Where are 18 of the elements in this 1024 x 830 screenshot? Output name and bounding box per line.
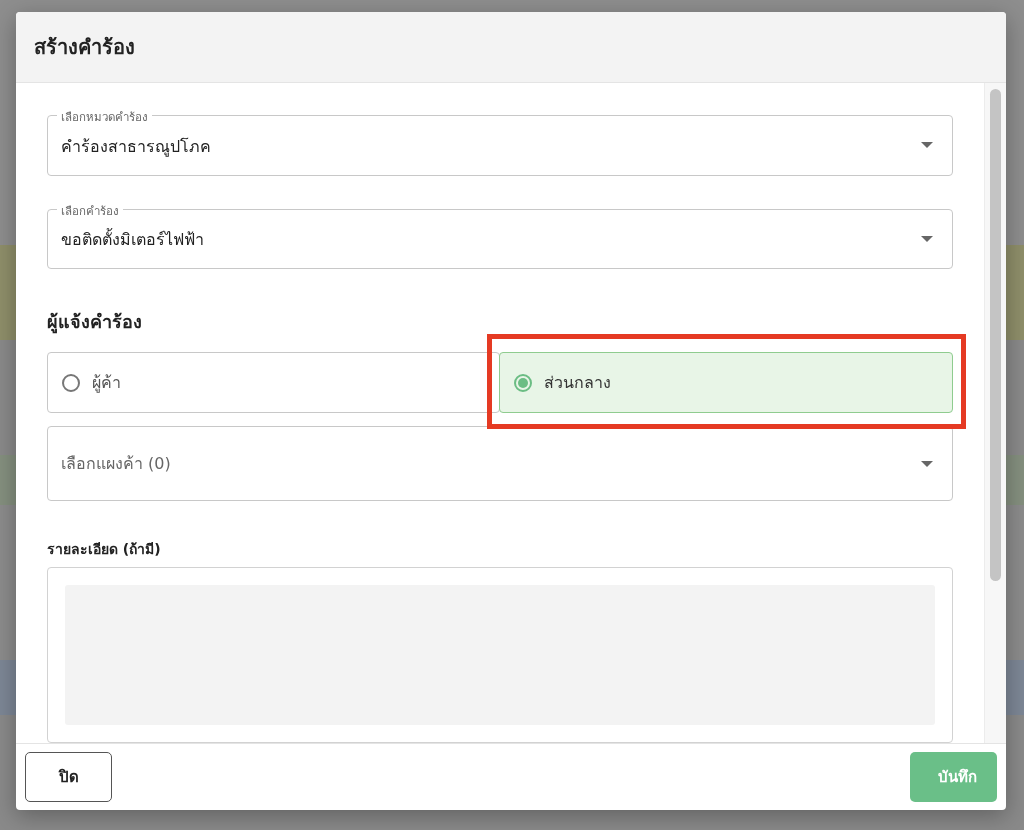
dropdown-caret-icon — [921, 235, 933, 242]
radio-option[interactable]: ผู้ค้า — [47, 352, 500, 414]
section-heading: ผู้แจ้งคำร้อง — [47, 310, 143, 336]
scrollbar-thumb[interactable] — [990, 89, 1001, 581]
field-placeholder: เลือกแผงค้า (0) — [61, 453, 171, 476]
scrollbar[interactable] — [984, 83, 1006, 743]
details-field[interactable] — [47, 566, 953, 743]
radio-option[interactable]: ส่วนกลาง — [499, 352, 953, 414]
vendor-select[interactable]: เลือกแผงค้า (0) — [47, 426, 953, 501]
close-button[interactable]: ปิด — [25, 752, 112, 802]
dropdown-caret-icon — [921, 460, 933, 467]
dropdown-caret-icon — [921, 142, 933, 149]
dialog-title: สร้างคำร้อง — [34, 34, 135, 61]
radio-icon — [514, 373, 532, 392]
field-value: ขอติดตั้งมิเตอร์ไฟฟ้า — [61, 227, 204, 252]
field-value: คำร้องสาธารณูปโภค — [61, 135, 211, 159]
radio-icon — [62, 373, 80, 392]
field-label: รายละเอียด (ถ้ามี) — [47, 539, 162, 559]
